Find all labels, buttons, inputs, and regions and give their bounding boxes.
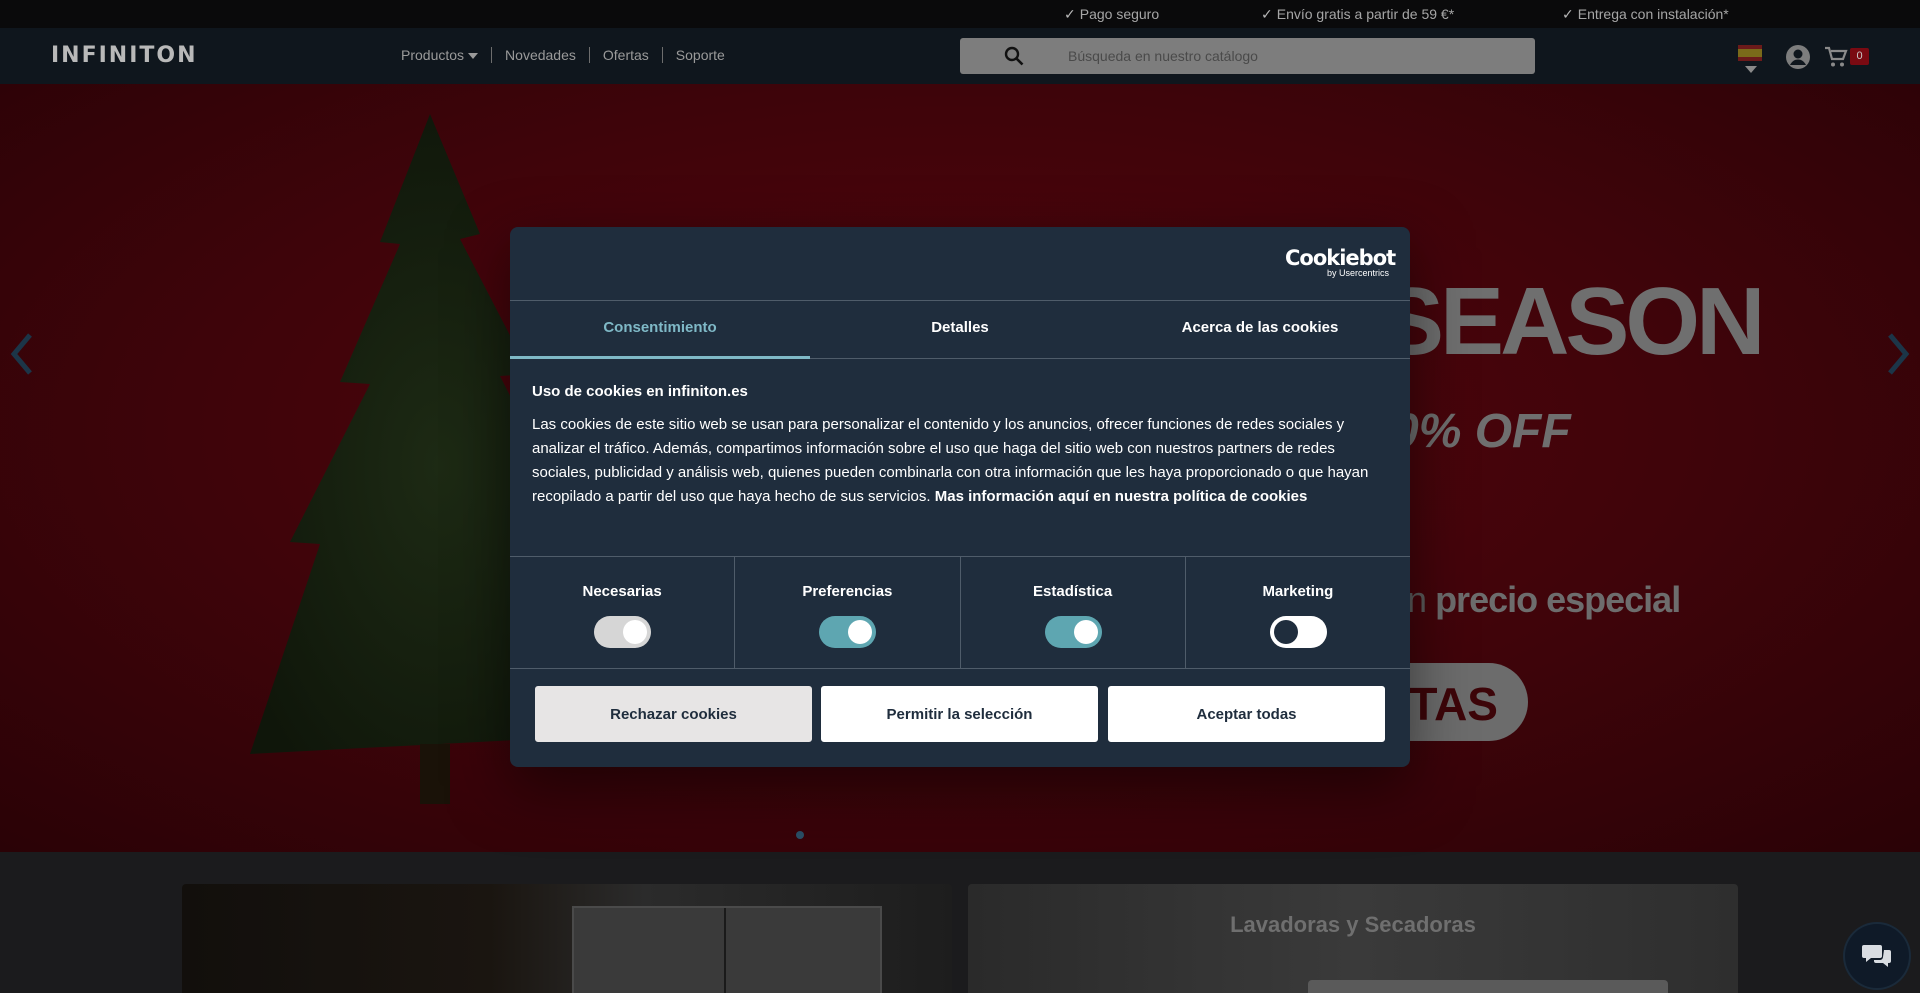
consent-heading: Uso de cookies en infiniton.es bbox=[532, 383, 748, 400]
cookie-policy-link[interactable]: Mas información aquí en nuestra política… bbox=[935, 488, 1308, 505]
allow-selection-button[interactable]: Permitir la selección bbox=[821, 686, 1098, 742]
accept-all-button[interactable]: Aceptar todas bbox=[1108, 686, 1385, 742]
tab-acerca-cookies[interactable]: Acerca de las cookies bbox=[1110, 301, 1410, 359]
consent-body: Uso de cookies en infiniton.es Las cooki… bbox=[532, 383, 1388, 509]
tab-detalles[interactable]: Detalles bbox=[810, 301, 1110, 359]
toggle-necesarias bbox=[594, 616, 652, 648]
consent-toggles: Necesarias Preferencias Estadística Mark… bbox=[510, 556, 1410, 669]
consent-text: Las cookies de este sitio web se usan pa… bbox=[532, 416, 1369, 505]
toggle-marketing[interactable] bbox=[1269, 616, 1327, 648]
cookie-consent-dialog: Cookiebot by Usercentrics Consentimiento… bbox=[510, 227, 1410, 767]
dialog-tabs: Consentimiento Detalles Acerca de las co… bbox=[510, 301, 1410, 359]
toggle-preferencias[interactable] bbox=[819, 616, 877, 648]
tab-consentimiento[interactable]: Consentimiento bbox=[510, 301, 810, 359]
dialog-header: Cookiebot by Usercentrics bbox=[510, 227, 1410, 301]
toggle-group-marketing: Marketing bbox=[1184, 557, 1410, 668]
toggle-group-preferencias: Preferencias bbox=[734, 557, 959, 668]
reject-cookies-button[interactable]: Rechazar cookies bbox=[535, 686, 812, 742]
modal-overlay: Cookiebot by Usercentrics Consentimiento… bbox=[0, 0, 1920, 993]
toggle-estadistica[interactable] bbox=[1044, 616, 1102, 648]
cookiebot-logo[interactable]: Cookiebot by Usercentrics bbox=[1285, 247, 1396, 279]
toggle-group-necesarias: Necesarias bbox=[510, 557, 734, 668]
toggle-group-estadistica: Estadística bbox=[959, 557, 1185, 668]
